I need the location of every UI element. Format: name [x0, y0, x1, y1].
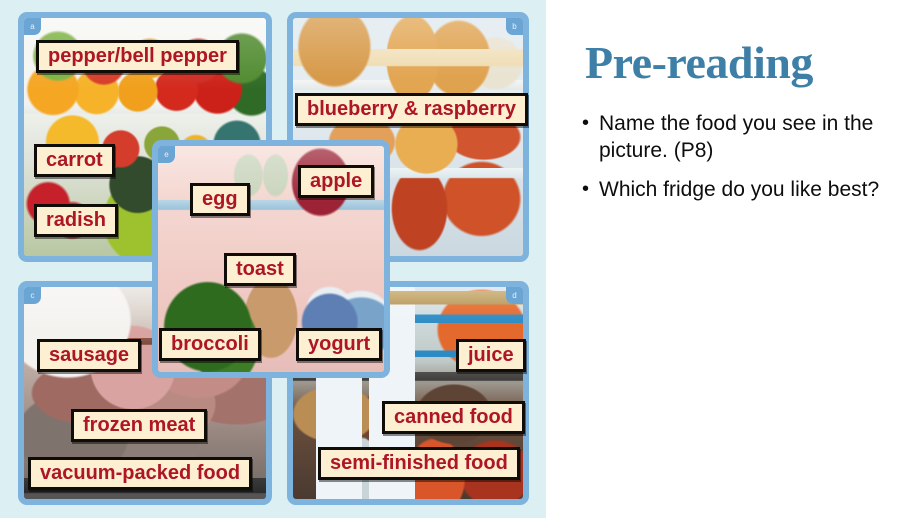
label-broccoli[interactable]: broccoli	[159, 328, 261, 362]
photo-marker-a: a	[24, 18, 41, 35]
photo-marker-b: b	[506, 18, 523, 35]
bullet-item-2: • Which fridge do you like best?	[582, 176, 892, 203]
label-vacuum-packed-food[interactable]: vacuum-packed food	[28, 457, 253, 491]
bullet-item-1: • Name the food you see in the picture. …	[582, 110, 892, 165]
bullet-glyph: •	[582, 112, 590, 134]
photo-marker-c: c	[24, 287, 41, 304]
label-canned-food[interactable]: canned food	[382, 401, 525, 435]
bullet-list: • Name the food you see in the picture. …	[582, 110, 892, 214]
slide-canvas: a b c d e pepper/bell pepper carrot radi…	[0, 0, 920, 518]
photo-marker-e: e	[158, 146, 175, 163]
label-egg[interactable]: egg	[190, 183, 250, 217]
bullet-text-2: Which fridge do you like best?	[599, 177, 880, 201]
page-title: Pre-reading	[585, 37, 813, 88]
label-toast[interactable]: toast	[224, 253, 296, 287]
bullet-glyph: •	[582, 177, 590, 200]
label-yogurt[interactable]: yogurt	[296, 328, 383, 362]
label-apple[interactable]: apple	[298, 165, 375, 199]
label-radish[interactable]: radish	[34, 204, 119, 238]
label-sausage[interactable]: sausage	[37, 339, 142, 373]
label-pepper[interactable]: pepper/bell pepper	[36, 40, 239, 74]
photo-marker-d: d	[506, 287, 523, 304]
bullet-text-1: Name the food you see in the picture. (P…	[599, 112, 874, 163]
label-semi-finished-food[interactable]: semi-finished food	[318, 447, 520, 481]
label-frozen-meat[interactable]: frozen meat	[71, 409, 208, 443]
label-carrot[interactable]: carrot	[34, 144, 115, 178]
label-blueberry-raspberry[interactable]: blueberry & raspberry	[295, 93, 528, 127]
label-juice[interactable]: juice	[456, 339, 526, 373]
